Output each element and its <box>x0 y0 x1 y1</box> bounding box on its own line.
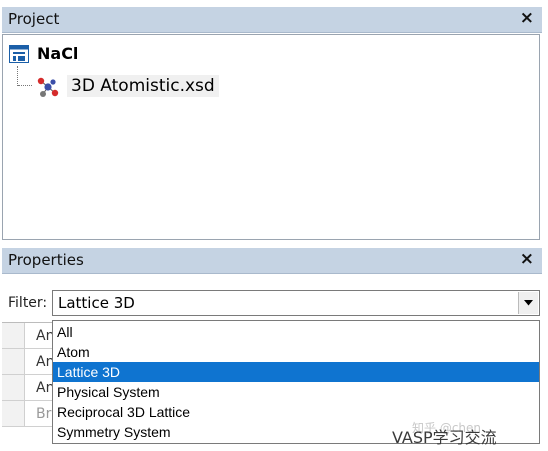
dropdown-arrow-button[interactable] <box>518 292 538 314</box>
grid-row[interactable]: An <box>2 349 54 375</box>
atomistic-document-icon <box>35 75 61 103</box>
tree-root-label: NaCl <box>37 44 79 63</box>
project-pane-title: Project <box>8 10 60 28</box>
grid-row-gutter <box>2 323 25 348</box>
dropdown-option-lattice-3d[interactable]: Lattice 3D <box>53 362 539 382</box>
grid-row-name: Br <box>36 406 52 422</box>
project-tree: NaCl 3D Atomistic.xsd <box>2 34 540 240</box>
filter-label: Filter: <box>8 295 48 311</box>
grid-row[interactable]: An <box>2 375 54 401</box>
grid-row-gutter <box>2 349 25 374</box>
filter-select[interactable]: Lattice 3D <box>52 290 540 316</box>
properties-pane-header: Properties × <box>2 248 542 274</box>
project-icon <box>9 45 29 67</box>
dropdown-option-physical-system[interactable]: Physical System <box>53 382 539 402</box>
properties-close-icon[interactable]: × <box>520 249 534 269</box>
chevron-down-icon <box>524 300 533 306</box>
grid-row[interactable]: An <box>2 323 54 349</box>
tree-connector <box>17 66 18 86</box>
properties-pane-title: Properties <box>8 251 84 269</box>
grid-row-gutter <box>2 401 25 426</box>
tree-connector <box>18 85 32 86</box>
grid-row-gutter <box>2 375 25 400</box>
project-pane-header: Project × <box>2 7 542 33</box>
watermark: VASP学习交流 <box>392 428 497 447</box>
project-close-icon[interactable]: × <box>520 8 534 28</box>
grid-row[interactable]: Br <box>2 401 52 427</box>
dropdown-option-all[interactable]: All <box>53 322 539 342</box>
tree-child-label: 3D Atomistic.xsd <box>67 75 219 97</box>
filter-selected-value: Lattice 3D <box>58 294 135 312</box>
dropdown-option-atom[interactable]: Atom <box>53 342 539 362</box>
